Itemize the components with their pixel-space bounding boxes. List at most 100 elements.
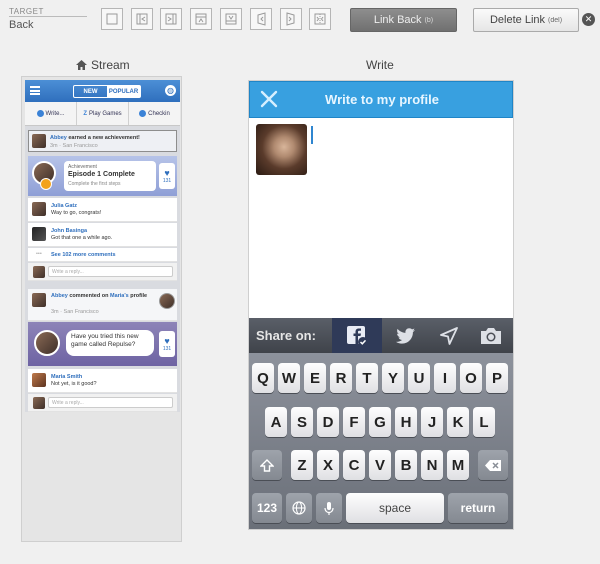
post-author[interactable]: Abbey [51, 293, 68, 299]
key-m[interactable]: M [447, 450, 469, 480]
key-w[interactable]: W [278, 363, 300, 393]
post-target[interactable]: Maria's [110, 293, 129, 299]
share-twitter-toggle[interactable] [386, 318, 426, 353]
key-c[interactable]: C [343, 450, 365, 480]
share-location-toggle[interactable] [429, 318, 469, 353]
transition-dissolve-button[interactable] [309, 8, 331, 30]
ellipsis-icon: ••• [36, 251, 42, 257]
post-header[interactable]: Abbey commented on Maria's profile 3m · … [28, 289, 177, 321]
write-screen[interactable]: Write to my profile Share on: Q W E R T … [248, 80, 514, 530]
avatar [32, 293, 46, 307]
key-b[interactable]: B [395, 450, 417, 480]
key-d[interactable]: D [317, 407, 339, 437]
key-i[interactable]: I [434, 363, 456, 393]
key-r[interactable]: R [330, 363, 352, 393]
tab-popular[interactable]: POPULAR [107, 86, 140, 97]
key-u[interactable]: U [408, 363, 430, 393]
key-e[interactable]: E [304, 363, 326, 393]
like-button[interactable]: ♥ 131 [159, 163, 175, 189]
transition-none-button[interactable] [101, 8, 123, 30]
target-divider [9, 16, 87, 17]
profile-avatar [256, 124, 307, 175]
post-header[interactable]: Abbey earned a new achievement! 3m · San… [28, 130, 177, 152]
reply-input[interactable]: Write a reply... [48, 397, 173, 408]
key-t[interactable]: T [356, 363, 378, 393]
comment-text: Got that one a while ago. [51, 235, 113, 241]
key-g[interactable]: G [369, 407, 391, 437]
reply-input[interactable]: Write a reply... [48, 266, 173, 277]
toolbar: TARGET Back Link Back (b) Delete Link (d… [0, 0, 600, 40]
delete-link-button[interactable]: Delete Link (del) [473, 8, 579, 32]
comment-author[interactable]: Julia Gatz [51, 203, 77, 209]
delete-link-shortcut: (del) [548, 16, 563, 24]
flip-right-icon [286, 12, 295, 26]
write-action[interactable]: Write... [25, 102, 77, 125]
transition-flip-right-button[interactable] [280, 8, 302, 30]
key-l[interactable]: L [473, 407, 495, 437]
key-s[interactable]: S [291, 407, 313, 437]
heart-icon: ♥ [164, 335, 170, 346]
stream-screen[interactable]: NEW POPULAR ◍ Write... Z Play Games Check… [21, 76, 182, 542]
share-bar: Share on: [249, 318, 513, 353]
comment-author[interactable]: Maria Smith [51, 374, 82, 380]
key-f[interactable]: F [343, 407, 365, 437]
key-o[interactable]: O [460, 363, 482, 393]
like-button[interactable]: ♥ 131 [159, 331, 175, 357]
backspace-key[interactable] [478, 450, 508, 480]
shift-key[interactable] [252, 450, 282, 480]
dictation-key[interactable] [316, 493, 342, 523]
key-q[interactable]: Q [252, 363, 274, 393]
numbers-key[interactable]: 123 [252, 493, 282, 523]
key-k[interactable]: K [447, 407, 469, 437]
key-n[interactable]: N [421, 450, 443, 480]
achievement-desc: Complete the first steps [68, 181, 121, 187]
key-h[interactable]: H [395, 407, 417, 437]
achievement-bubble: Achievement Episode 1 Complete Complete … [64, 161, 156, 191]
compose-text-area[interactable] [311, 123, 506, 313]
share-facebook-toggle[interactable] [332, 318, 382, 353]
post-meta: 3m · San Francisco [50, 143, 98, 149]
play-games-action[interactable]: Z Play Games [77, 102, 129, 125]
backspace-icon [485, 459, 501, 471]
key-j[interactable]: J [421, 407, 443, 437]
transition-slide-right-button[interactable] [160, 8, 182, 30]
transition-slide-left-button[interactable] [131, 8, 153, 30]
keyboard: Q W E R T Y U I O P A S D F G H J K L Z … [249, 353, 513, 529]
link-back-button[interactable]: Link Back (b) [350, 8, 457, 32]
transition-push-up-button[interactable] [190, 8, 212, 30]
transition-flip-left-button[interactable] [250, 8, 272, 30]
write-header: Write to my profile [249, 81, 513, 118]
achievement-card[interactable]: Achievement Episode 1 Complete Complete … [28, 156, 177, 196]
key-v[interactable]: V [369, 450, 391, 480]
key-x[interactable]: X [317, 450, 339, 480]
comment-bubble: Have you tried this new game called Repu… [66, 330, 154, 356]
key-z[interactable]: Z [291, 450, 313, 480]
share-photo-button[interactable] [471, 318, 511, 353]
close-icon[interactable]: ✕ [582, 13, 595, 26]
target-label: TARGET [9, 7, 44, 16]
key-y[interactable]: Y [382, 363, 404, 393]
target-value[interactable]: Back [9, 19, 33, 31]
post-author[interactable]: Abbey [50, 135, 67, 141]
globe-key[interactable] [286, 493, 312, 523]
stream-phone: NEW POPULAR ◍ Write... Z Play Games Check… [25, 80, 180, 412]
write-icon [36, 110, 44, 117]
space-key[interactable]: space [346, 493, 444, 523]
more-comments-link[interactable]: See 102 more comments [51, 252, 116, 258]
comment-card[interactable]: Have you tried this new game called Repu… [28, 322, 177, 366]
avatar [32, 373, 46, 387]
shift-icon [260, 458, 274, 472]
key-p[interactable]: P [486, 363, 508, 393]
key-a[interactable]: A [265, 407, 287, 437]
more-comments-row[interactable]: ••• See 102 more comments [28, 248, 177, 262]
menu-icon[interactable] [30, 86, 40, 95]
globe-icon[interactable]: ◍ [165, 85, 176, 96]
return-key[interactable]: return [448, 493, 508, 523]
avatar [33, 266, 45, 278]
stream-screen-title: Stream [76, 58, 130, 72]
home-icon [76, 60, 87, 70]
checkin-action[interactable]: Checkin [129, 102, 180, 125]
comment-author[interactable]: John Basinga [51, 228, 87, 234]
transition-push-down-button[interactable] [220, 8, 242, 30]
tab-new[interactable]: NEW [74, 86, 107, 97]
